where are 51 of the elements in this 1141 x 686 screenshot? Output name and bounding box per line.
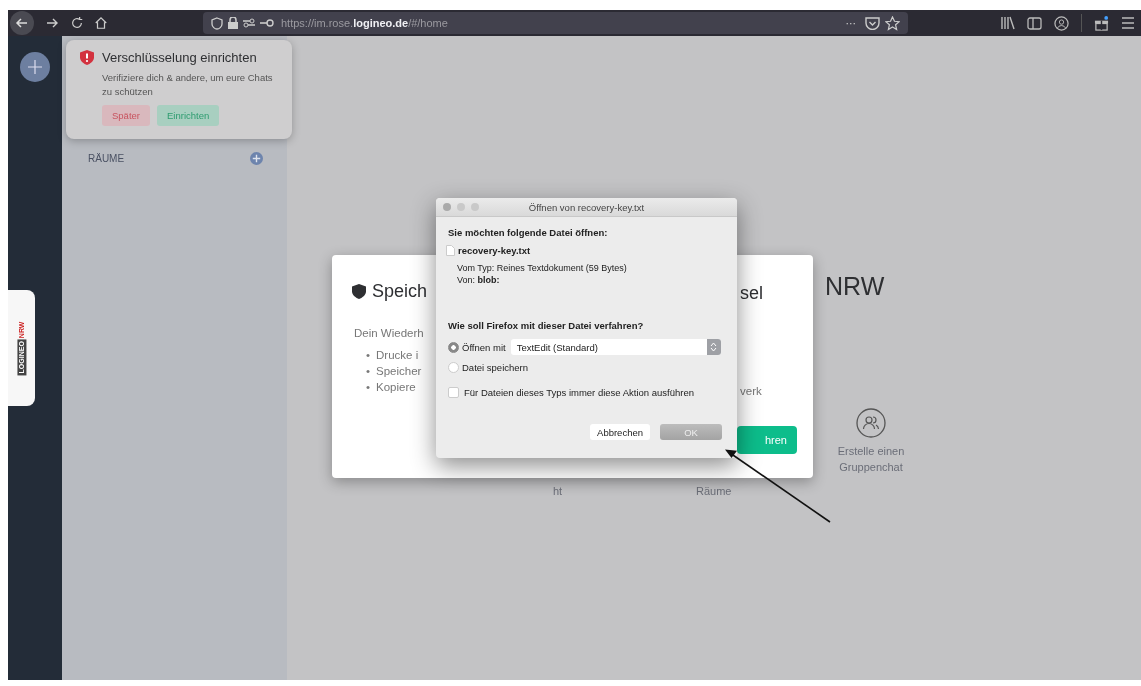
radio-button[interactable] (448, 341, 459, 353)
dialog-button[interactable]: Abbrechen (590, 424, 650, 441)
modal-text: Dein Wiederh (354, 327, 424, 339)
checkbox[interactable] (448, 386, 459, 398)
bullet-marker: • (366, 380, 371, 396)
app-dropdown[interactable]: TextEdit (Standard) (510, 339, 721, 356)
modal-title-end: sel (740, 283, 763, 304)
file-type: Vom Typ: Reines Textdokument (59 Bytes) (457, 262, 627, 275)
warning-shield-icon (80, 50, 94, 65)
welcome-heading: NRW (825, 272, 885, 301)
sidebar-icon[interactable] (1027, 16, 1042, 30)
gift-icon[interactable] (1094, 15, 1109, 31)
modal-text: verk (740, 385, 762, 397)
reload-icon[interactable] (70, 16, 84, 30)
modal-title: Speich (372, 281, 428, 302)
notification-message: Verifiziere dich & andere, um eure Chats zu schützen (102, 71, 274, 99)
checkbox-label[interactable]: Für Dateien dieses Typs immer diese Aktion ausführen (464, 386, 695, 398)
radio-button[interactable] (448, 361, 459, 373)
bullet-text: Speicher (376, 364, 422, 380)
file-source: Von: blob: (457, 274, 500, 287)
notification-title: Verschlüsselung einrichten (102, 50, 257, 65)
address-bar[interactable]: https://im.rose.logineo.de/#/home ··· (203, 12, 908, 34)
permissions-icon[interactable] (243, 18, 255, 28)
file-name: recovery-key.txt (458, 245, 531, 256)
rooms-section-title: RÄUME (88, 153, 125, 164)
dialog-question: Sie möchten folgende Datei öffnen: (448, 227, 608, 238)
option-label[interactable]: Datei speichern (462, 361, 528, 373)
file-icon (446, 245, 455, 256)
back-icon[interactable] (10, 11, 34, 35)
home-icon[interactable] (94, 16, 108, 30)
lock-icon[interactable] (228, 17, 238, 29)
page-actions-button[interactable]: ··· (845, 16, 856, 30)
key-icon[interactable] (260, 19, 274, 27)
add-room-icon[interactable] (250, 152, 263, 165)
option-label[interactable]: Öffnen mit (462, 341, 506, 353)
bullet-marker: • (366, 348, 371, 363)
menu-icon[interactable] (1121, 17, 1135, 29)
bullet-text: Kopiere (376, 380, 416, 396)
dialog-question: Wie soll Firefox mit dieser Datei verfahren? (448, 320, 644, 332)
group-icon[interactable] (856, 408, 886, 438)
bullet-marker: • (366, 364, 371, 380)
pocket-icon[interactable] (865, 16, 880, 30)
url-text[interactable]: https://im.rose.logineo.de/#/home (281, 17, 448, 29)
library-icon[interactable] (1000, 16, 1015, 30)
shield-icon[interactable] (211, 16, 223, 30)
bullet-text: Drucke i (376, 348, 419, 363)
star-icon[interactable] (885, 15, 900, 31)
shield-icon (352, 284, 366, 299)
dialog-title: Öffnen von recovery-key.txt (527, 201, 646, 213)
add-button[interactable] (20, 52, 50, 82)
account-icon[interactable] (1054, 15, 1069, 31)
